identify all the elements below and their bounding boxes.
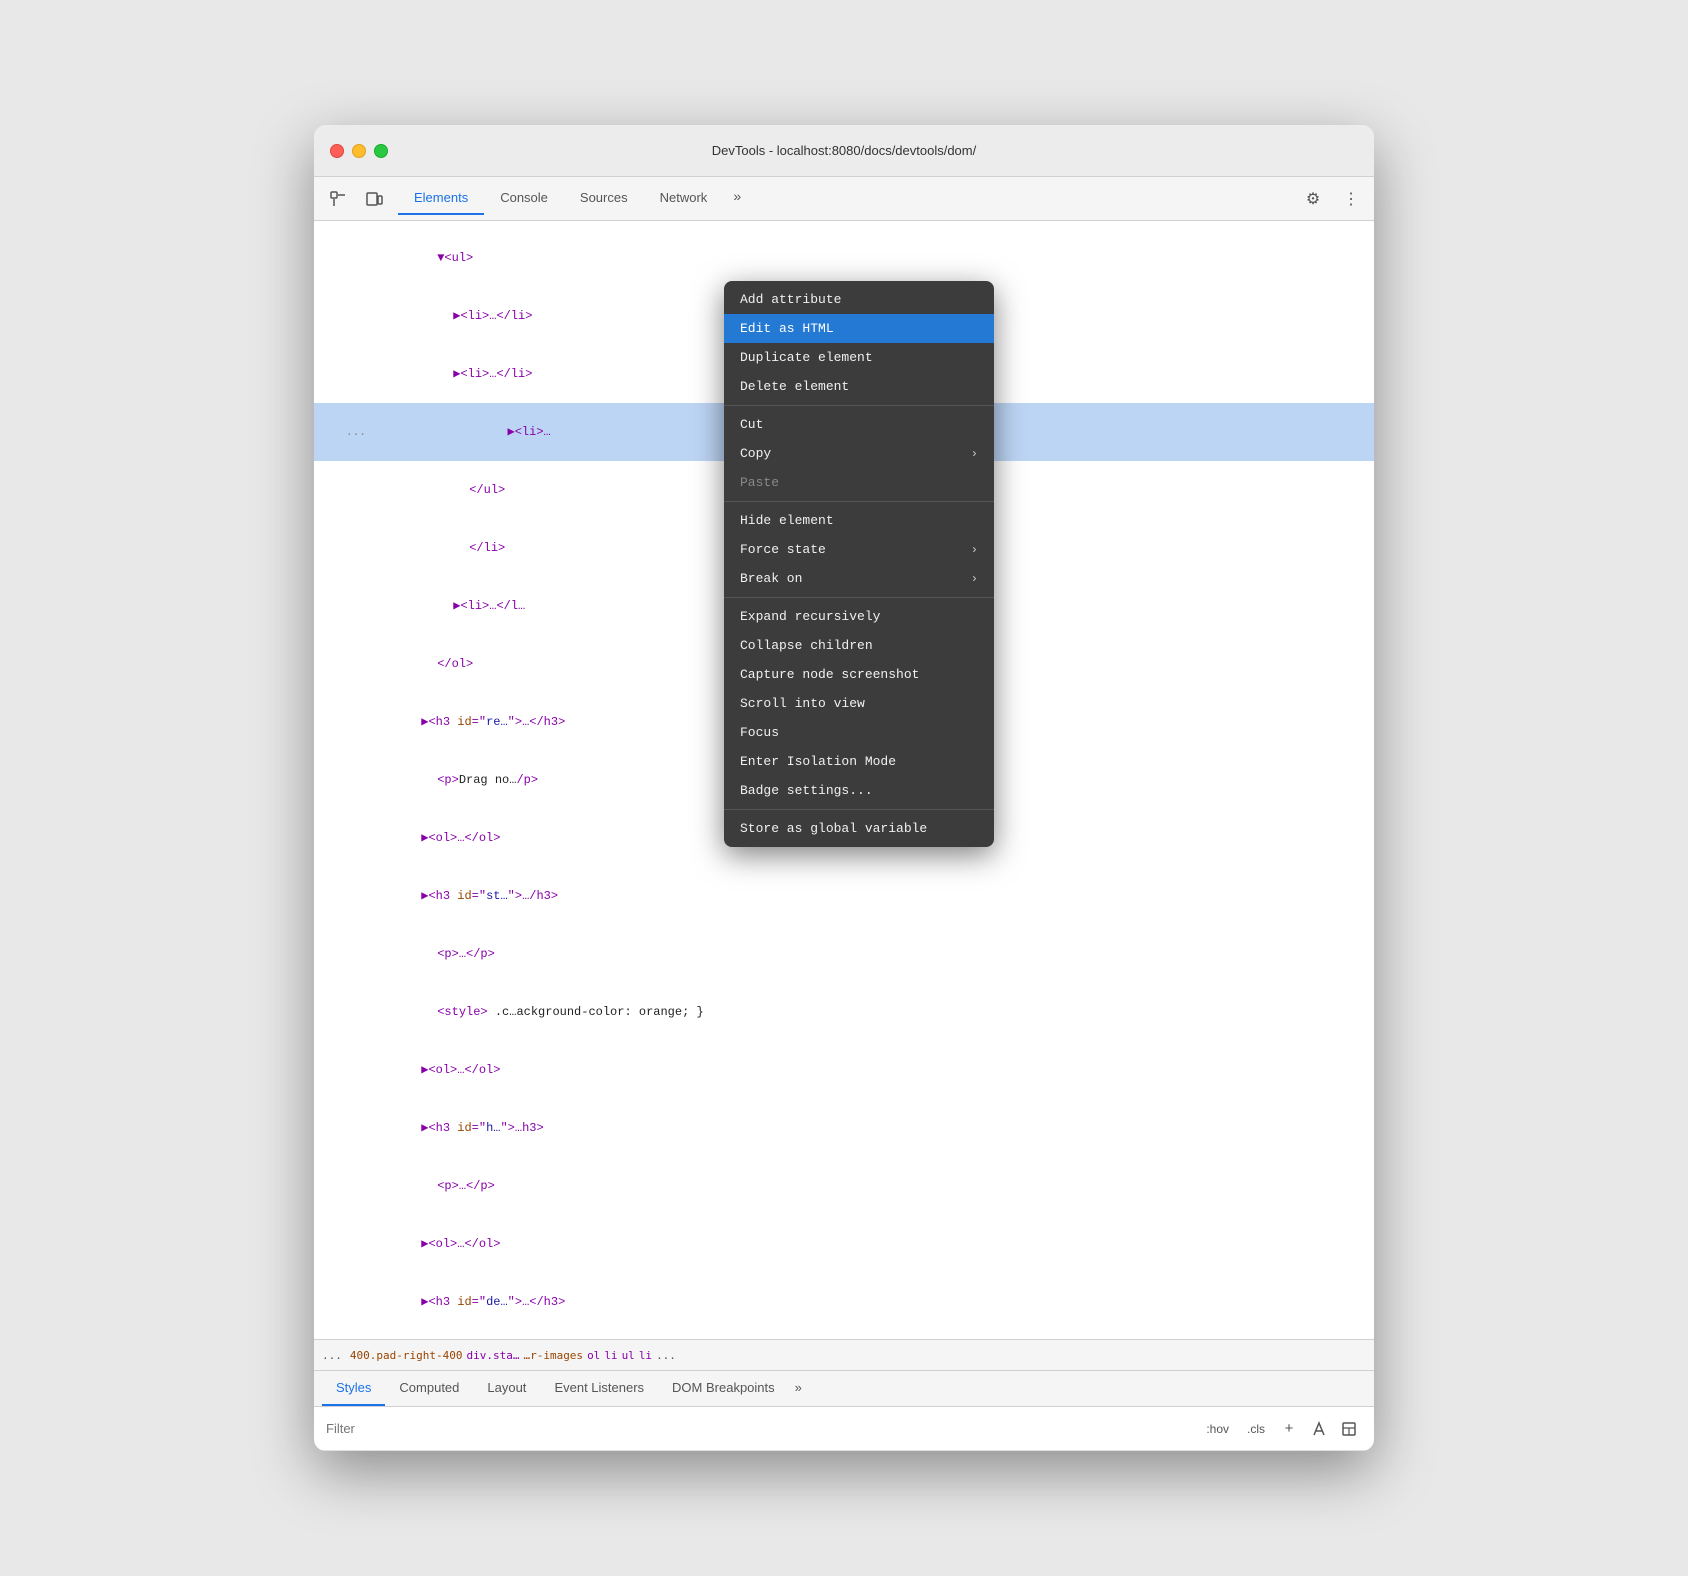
tab-actions: ⚙ ⋮ (1298, 184, 1366, 214)
breadcrumb-more[interactable]: ... (656, 1349, 676, 1362)
menu-enter-isolation-mode[interactable]: Enter Isolation Mode (724, 747, 994, 776)
breadcrumb-item[interactable]: div.sta… (466, 1349, 519, 1362)
menu-break-on[interactable]: Break on › (724, 564, 994, 593)
filter-input[interactable] (326, 1421, 1191, 1436)
breadcrumb-item[interactable]: ol (587, 1349, 600, 1362)
menu-badge-settings[interactable]: Badge settings... (724, 776, 994, 805)
menu-scroll-into-view[interactable]: Scroll into view (724, 689, 994, 718)
tab-console[interactable]: Console (484, 182, 564, 215)
tab-bar: Elements Console Sources Network » ⚙ ⋮ (314, 177, 1374, 221)
breadcrumb-item[interactable]: 400.pad-right-400 (350, 1349, 463, 1362)
maximize-button[interactable] (374, 144, 388, 158)
minimize-button[interactable] (352, 144, 366, 158)
close-button[interactable] (330, 144, 344, 158)
dom-line[interactable]: ▶<h3 id="de…">…</h3> (314, 1273, 1374, 1331)
menu-focus[interactable]: Focus (724, 718, 994, 747)
dom-line[interactable]: ▶<h3 id="h…">…h3> (314, 1099, 1374, 1157)
layout-icon-button[interactable] (1336, 1416, 1362, 1442)
breadcrumb-item[interactable]: li (604, 1349, 617, 1362)
dom-line[interactable]: <p>…</p> (314, 1157, 1374, 1215)
menu-paste: Paste (724, 468, 994, 497)
submenu-arrow: › (971, 447, 978, 461)
menu-store-global-variable[interactable]: Store as global variable (724, 814, 994, 843)
devtools-window: DevTools - localhost:8080/docs/devtools/… (314, 125, 1374, 1451)
filter-actions: :hov .cls + (1199, 1416, 1362, 1442)
breadcrumb-dots[interactable]: ... (322, 1349, 342, 1362)
panel-tab-layout[interactable]: Layout (473, 1371, 540, 1406)
dom-area: ▼<ul> ▶<li>…</li> ▶<li>…</li> ... ▶<li>…… (314, 221, 1374, 1339)
breadcrumb-item[interactable]: li (639, 1349, 652, 1362)
submenu-arrow: › (971, 572, 978, 586)
dom-line[interactable]: <style> .c…ackground-color: orange; } (314, 983, 1374, 1041)
window-title: DevTools - localhost:8080/docs/devtools/… (712, 143, 976, 158)
menu-separator (724, 809, 994, 810)
dom-line[interactable]: ▶<ol>…</ol> (314, 1215, 1374, 1273)
toggle-element-state-button[interactable] (1306, 1416, 1332, 1442)
inspect-icon-button[interactable] (322, 183, 354, 215)
dom-line[interactable]: <p>…</p> (314, 925, 1374, 983)
more-tabs-button[interactable]: » (723, 182, 751, 210)
panel-tab-computed[interactable]: Computed (385, 1371, 473, 1406)
tab-network[interactable]: Network (644, 182, 724, 215)
panel-tab-dom-breakpoints[interactable]: DOM Breakpoints (658, 1371, 789, 1406)
dom-line[interactable]: ▶<ol>…</ol> (314, 1041, 1374, 1099)
tab-icons (322, 183, 390, 215)
tab-elements[interactable]: Elements (398, 182, 484, 215)
menu-collapse-children[interactable]: Collapse children (724, 631, 994, 660)
settings-button[interactable]: ⚙ (1298, 184, 1328, 214)
menu-cut[interactable]: Cut (724, 410, 994, 439)
context-menu: Add attribute Edit as HTML Duplicate ele… (724, 281, 994, 847)
traffic-lights (330, 144, 388, 158)
menu-expand-recursively[interactable]: Expand recursively (724, 602, 994, 631)
dom-line[interactable]: ▶<h3 id="st…">…/h3> (314, 867, 1374, 925)
breadcrumb-bar: ... 400.pad-right-400 div.sta… …r-images… (314, 1339, 1374, 1371)
menu-copy[interactable]: Copy › (724, 439, 994, 468)
menu-separator (724, 405, 994, 406)
device-icon-button[interactable] (358, 183, 390, 215)
menu-duplicate-element[interactable]: Duplicate element (724, 343, 994, 372)
panel-tab-styles[interactable]: Styles (322, 1371, 385, 1406)
more-options-button[interactable]: ⋮ (1336, 184, 1366, 214)
menu-capture-screenshot[interactable]: Capture node screenshot (724, 660, 994, 689)
dom-line[interactable]: ▼<ul> (314, 229, 1374, 287)
panel-tab-event-listeners[interactable]: Event Listeners (540, 1371, 658, 1406)
hov-button[interactable]: :hov (1199, 1418, 1236, 1440)
breadcrumb-item[interactable]: ul (622, 1349, 635, 1362)
menu-separator (724, 501, 994, 502)
panel-more-tabs-button[interactable]: » (789, 1371, 808, 1406)
cls-button[interactable]: .cls (1240, 1418, 1272, 1440)
panel-tabs: Styles Computed Layout Event Listeners D… (314, 1371, 1374, 1407)
menu-force-state[interactable]: Force state › (724, 535, 994, 564)
menu-edit-as-html[interactable]: Edit as HTML (724, 314, 994, 343)
menu-add-attribute[interactable]: Add attribute (724, 285, 994, 314)
tab-sources[interactable]: Sources (564, 182, 644, 215)
main-tabs: Elements Console Sources Network » (398, 182, 1298, 215)
title-bar: DevTools - localhost:8080/docs/devtools/… (314, 125, 1374, 177)
filter-bar: :hov .cls + (314, 1407, 1374, 1451)
add-style-rule-button[interactable]: + (1276, 1416, 1302, 1442)
menu-separator (724, 597, 994, 598)
bottom-panel: Styles Computed Layout Event Listeners D… (314, 1371, 1374, 1451)
submenu-arrow: › (971, 543, 978, 557)
breadcrumb-item[interactable]: …r-images (523, 1349, 583, 1362)
menu-hide-element[interactable]: Hide element (724, 506, 994, 535)
menu-delete-element[interactable]: Delete element (724, 372, 994, 401)
